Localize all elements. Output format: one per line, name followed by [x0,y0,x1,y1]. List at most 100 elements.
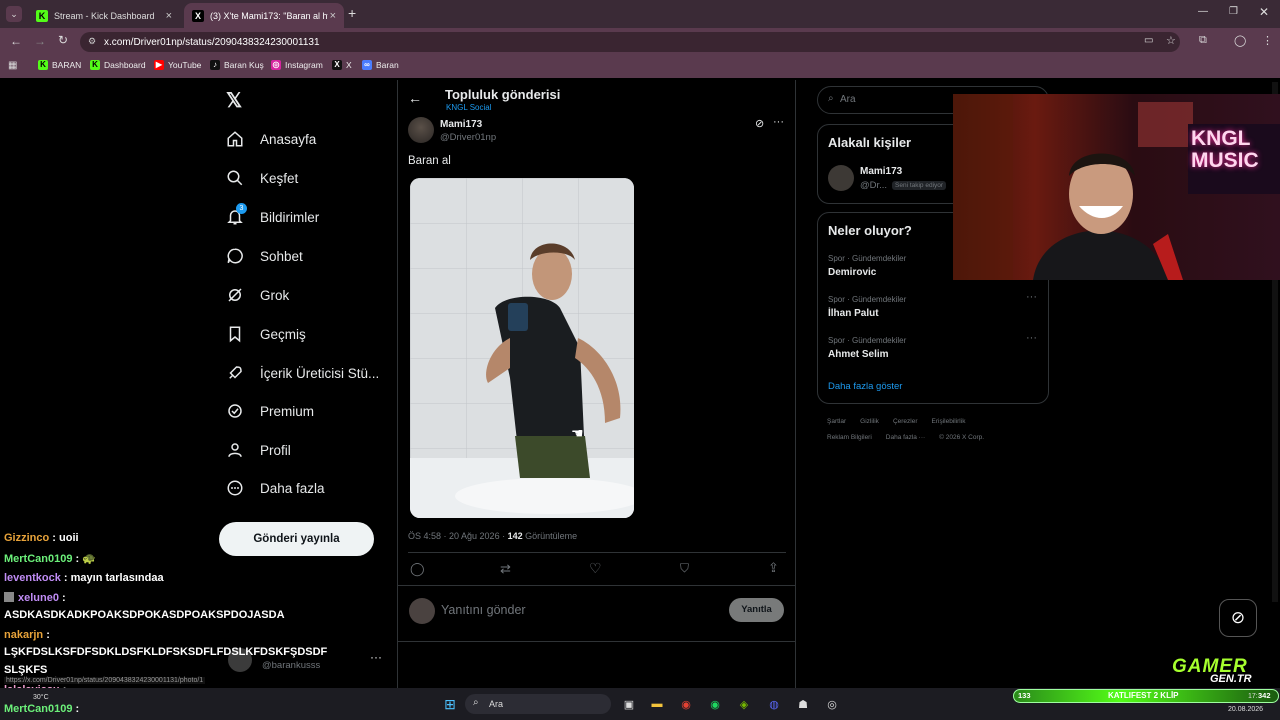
repost-icon[interactable]: ⇄ [500,561,511,577]
bookmark-baran-2[interactable]: ∞ Baran [362,60,399,70]
nav-chat[interactable]: Sohbet [224,241,303,271]
extensions-icon[interactable]: ⧉ [1199,34,1207,47]
chrome-icon[interactable]: ◉ [676,694,696,714]
nav-bookmarks[interactable]: Geçmiş [224,319,306,349]
site-info-icon[interactable]: ⚙ [88,36,96,47]
more-icon[interactable]: ··· [370,650,382,664]
discord-icon[interactable]: ◍ [764,694,784,714]
close-icon[interactable]: × [166,10,172,22]
bookmark-instagram[interactable]: ◎ Instagram [271,60,323,70]
bookmark-baran-kus[interactable]: ♪ Baran Kuş [210,60,264,70]
bookmark-dashboard[interactable]: K Dashboard [90,60,146,70]
nav-explore[interactable]: Keşfet [224,163,298,193]
steam-icon[interactable]: ☗ [793,694,813,714]
cursor-icon: ☚ [571,425,584,441]
weather-temp[interactable]: 30°C [33,694,49,701]
author-name[interactable]: Mami173 [440,119,482,130]
footer-link[interactable]: Erişilebilirlik [932,418,966,425]
reply-button[interactable]: Yanıtla [729,598,784,622]
star-icon[interactable]: ☆ [1166,34,1176,47]
forward-icon[interactable]: → [34,34,46,48]
trend-item[interactable]: Spor · Gündemdekiler Ahmet Selim ··· [828,332,1040,360]
footer-link[interactable]: Gizlilik [860,418,879,425]
footer-link[interactable]: Şartlar [827,418,846,425]
url-bar[interactable]: x.com/Driver01np/status/2090438324230001… [80,32,1180,52]
footer-link[interactable]: Reklam Bilgileri [827,434,872,441]
more-icon[interactable]: ··· [773,116,784,128]
menu-icon[interactable]: ⋮ [1262,34,1273,47]
rocket-icon [224,362,246,384]
copyright: © 2026 X Corp. [939,434,985,441]
bookmark-youtube[interactable]: ▶ YouTube [154,60,201,70]
reload-icon[interactable]: ↻ [58,33,68,47]
kick-icon: K [36,9,48,22]
nav-label: Geçmiş [260,326,306,342]
nav-premium[interactable]: Premium [224,396,314,426]
post-timestamp[interactable]: ÖS 4:58 · 20 Ağu 2026 · [408,531,508,541]
post-photo[interactable] [410,178,634,518]
notification-badge: 3 [236,203,247,214]
bookmark-label: Dashboard [104,60,146,70]
chat-message: MertCan0109 : 🐢 [4,552,96,565]
bookmark-icon[interactable]: ⛉ [680,561,689,576]
home-icon [224,128,246,150]
obs-icon[interactable]: ◎ [822,694,842,714]
tab-x-post[interactable]: X (3) X'te Mami173: "Baran al htt × [184,3,344,28]
profile-icon[interactable]: ◯ [1234,34,1246,47]
nav-label: İçerik Üreticisi Stü... [260,365,380,381]
chat-text: : [72,703,80,715]
chat-username: MertCan0109 [4,703,73,715]
file-explorer-icon[interactable]: ▬ [647,694,667,714]
nav-grok[interactable]: Grok [224,280,289,310]
community-name[interactable]: KNGL Social [446,103,492,112]
like-icon[interactable]: ♡ [589,560,602,577]
footer-link[interactable]: Daha fazla ··· [886,434,925,441]
nav-notifications[interactable]: 3 Bildirimler [224,202,319,232]
footer-link[interactable]: Çerezler [893,418,918,425]
avatar[interactable] [408,117,434,143]
close-icon[interactable]: × [330,10,336,22]
show-more-link[interactable]: Daha fazla göster [828,381,902,392]
spotify-icon[interactable]: ◉ [705,694,725,714]
post-button[interactable]: Gönderi yayınla [219,522,374,556]
trend-name: İlhan Palut [828,308,879,319]
nav-profile[interactable]: Profil [224,435,291,465]
back-icon[interactable]: ← [10,34,22,48]
bookmark-x[interactable]: XX [332,60,352,70]
grok-icon[interactable]: ⊘ [755,117,764,130]
back-arrow-icon[interactable]: ← [408,90,422,106]
person-handle[interactable]: @Dr... [860,180,887,191]
chat-username: MertCan0109 [4,553,73,565]
nvidia-icon[interactable]: ◈ [734,694,754,714]
windows-start-icon[interactable]: ⊞ [440,694,460,714]
minimize-icon[interactable]: — [1198,6,1208,17]
x-logo-icon[interactable]: 𝕏 [226,88,242,113]
taskbar-search[interactable]: ⌕ Ara [465,694,611,714]
restore-icon[interactable]: ❐ [1229,6,1238,17]
close-window-icon[interactable]: ✕ [1259,5,1269,19]
trend-item[interactable]: Spor · Gündemdekiler İlhan Palut ··· [828,291,1040,319]
nav-home[interactable]: Anasayfa [224,124,316,154]
trend-name: Ahmet Selim [828,349,889,360]
more-icon[interactable]: ··· [1026,291,1037,303]
person-name[interactable]: Mami173 [860,166,902,177]
cast-icon[interactable]: ▭ [1144,35,1153,46]
bookmark-baran[interactable]: K BARAN [38,60,81,70]
grok-float-button[interactable]: ⊘ [1219,599,1257,637]
share-icon[interactable]: ⇪ [768,560,779,576]
nav-creator-studio[interactable]: İçerik Üreticisi Stü... [224,358,379,388]
reply-icon[interactable]: ◯ [410,561,425,577]
nav-more[interactable]: Daha fazla [224,473,325,503]
more-icon[interactable]: ··· [1026,332,1037,344]
avatar[interactable] [828,165,854,191]
author-handle[interactable]: @Driver01np [440,132,496,143]
task-view-icon[interactable]: ▣ [619,694,639,714]
tab-kick-dashboard[interactable]: K Stream - Kick Dashboard × [28,3,180,28]
column-divider [795,80,796,690]
apps-icon[interactable]: ▦ [8,60,17,71]
clock[interactable]: 20.08.2026 [1228,706,1263,713]
kick-icon: K [90,60,100,70]
reply-input[interactable]: Yanıtını gönder [441,603,526,617]
tab-search-button[interactable]: ⌄ [6,6,22,22]
new-tab-button[interactable]: + [348,5,356,21]
